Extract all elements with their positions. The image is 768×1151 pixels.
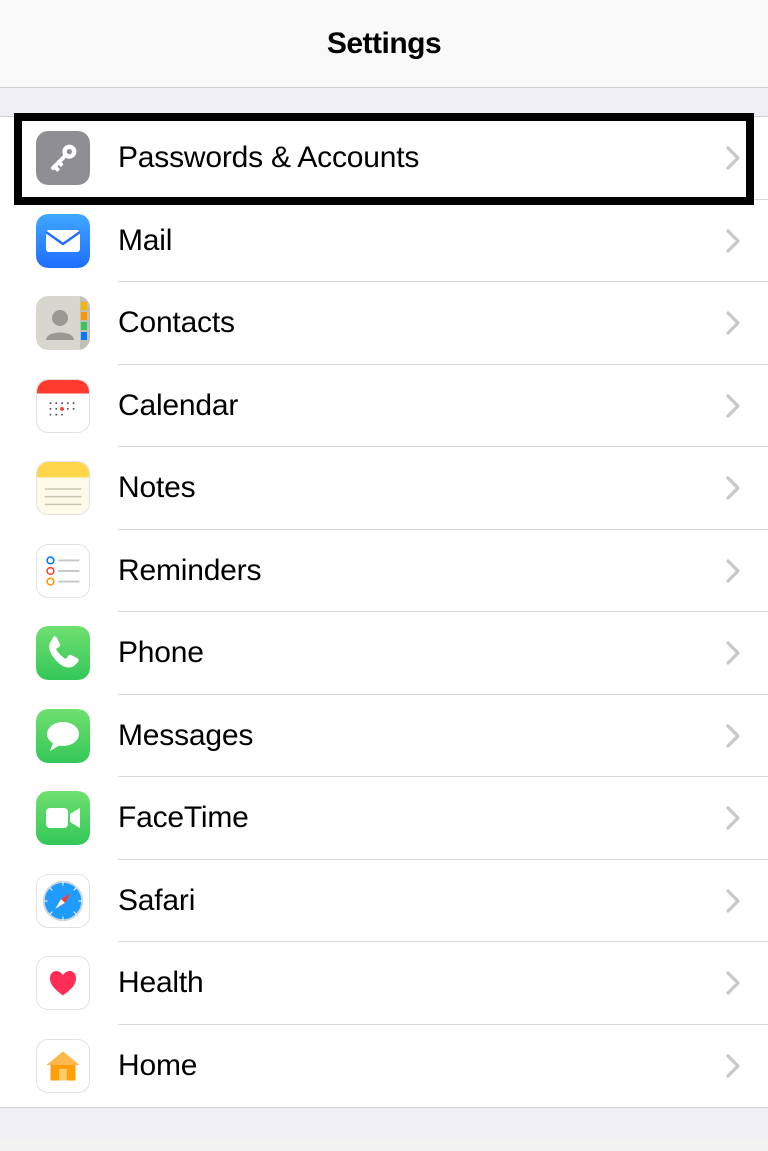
page-title: Settings bbox=[327, 27, 441, 61]
row-label: Home bbox=[90, 1049, 726, 1083]
row-contacts[interactable]: Contacts bbox=[0, 282, 768, 365]
row-phone[interactable]: Phone bbox=[0, 612, 768, 695]
chevron-right-icon bbox=[726, 889, 740, 913]
row-label: FaceTime bbox=[90, 801, 726, 835]
home-icon bbox=[36, 1039, 90, 1093]
chevron-right-icon bbox=[726, 641, 740, 665]
phone-icon bbox=[36, 626, 90, 680]
row-notes[interactable]: Notes bbox=[0, 447, 768, 530]
messages-icon bbox=[36, 709, 90, 763]
row-label: Passwords & Accounts bbox=[90, 141, 726, 175]
row-passwords-accounts[interactable]: Passwords & Accounts bbox=[0, 117, 768, 200]
row-label: Mail bbox=[90, 224, 726, 258]
contacts-icon bbox=[36, 296, 90, 350]
row-home[interactable]: Home bbox=[0, 1025, 768, 1108]
row-mail[interactable]: Mail bbox=[0, 200, 768, 283]
chevron-right-icon bbox=[726, 394, 740, 418]
row-label: Phone bbox=[90, 636, 726, 670]
row-safari[interactable]: Safari bbox=[0, 860, 768, 943]
row-messages[interactable]: Messages bbox=[0, 695, 768, 778]
row-label: Contacts bbox=[90, 306, 726, 340]
bottom-spacer bbox=[0, 1108, 768, 1138]
chevron-right-icon bbox=[726, 724, 740, 748]
safari-icon bbox=[36, 874, 90, 928]
calendar-icon bbox=[36, 379, 90, 433]
reminders-icon bbox=[36, 544, 90, 598]
chevron-right-icon bbox=[726, 476, 740, 500]
row-calendar[interactable]: Calendar bbox=[0, 365, 768, 448]
chevron-right-icon bbox=[726, 971, 740, 995]
notes-icon bbox=[36, 461, 90, 515]
row-label: Reminders bbox=[90, 554, 726, 588]
chevron-right-icon bbox=[726, 806, 740, 830]
row-reminders[interactable]: Reminders bbox=[0, 530, 768, 613]
row-label: Health bbox=[90, 966, 726, 1000]
row-label: Notes bbox=[90, 471, 726, 505]
mail-icon bbox=[36, 214, 90, 268]
chevron-right-icon bbox=[726, 1054, 740, 1078]
header: Settings bbox=[0, 0, 768, 88]
facetime-icon bbox=[36, 791, 90, 845]
chevron-right-icon bbox=[726, 559, 740, 583]
settings-list: Passwords & Accounts Mail bbox=[0, 116, 768, 1108]
row-facetime[interactable]: FaceTime bbox=[0, 777, 768, 860]
row-label: Safari bbox=[90, 884, 726, 918]
section-spacer bbox=[0, 88, 768, 116]
key-icon bbox=[36, 131, 90, 185]
chevron-right-icon bbox=[726, 311, 740, 335]
chevron-right-icon bbox=[726, 146, 740, 170]
row-label: Messages bbox=[90, 719, 726, 753]
health-icon bbox=[36, 956, 90, 1010]
row-health[interactable]: Health bbox=[0, 942, 768, 1025]
row-label: Calendar bbox=[90, 389, 726, 423]
chevron-right-icon bbox=[726, 229, 740, 253]
